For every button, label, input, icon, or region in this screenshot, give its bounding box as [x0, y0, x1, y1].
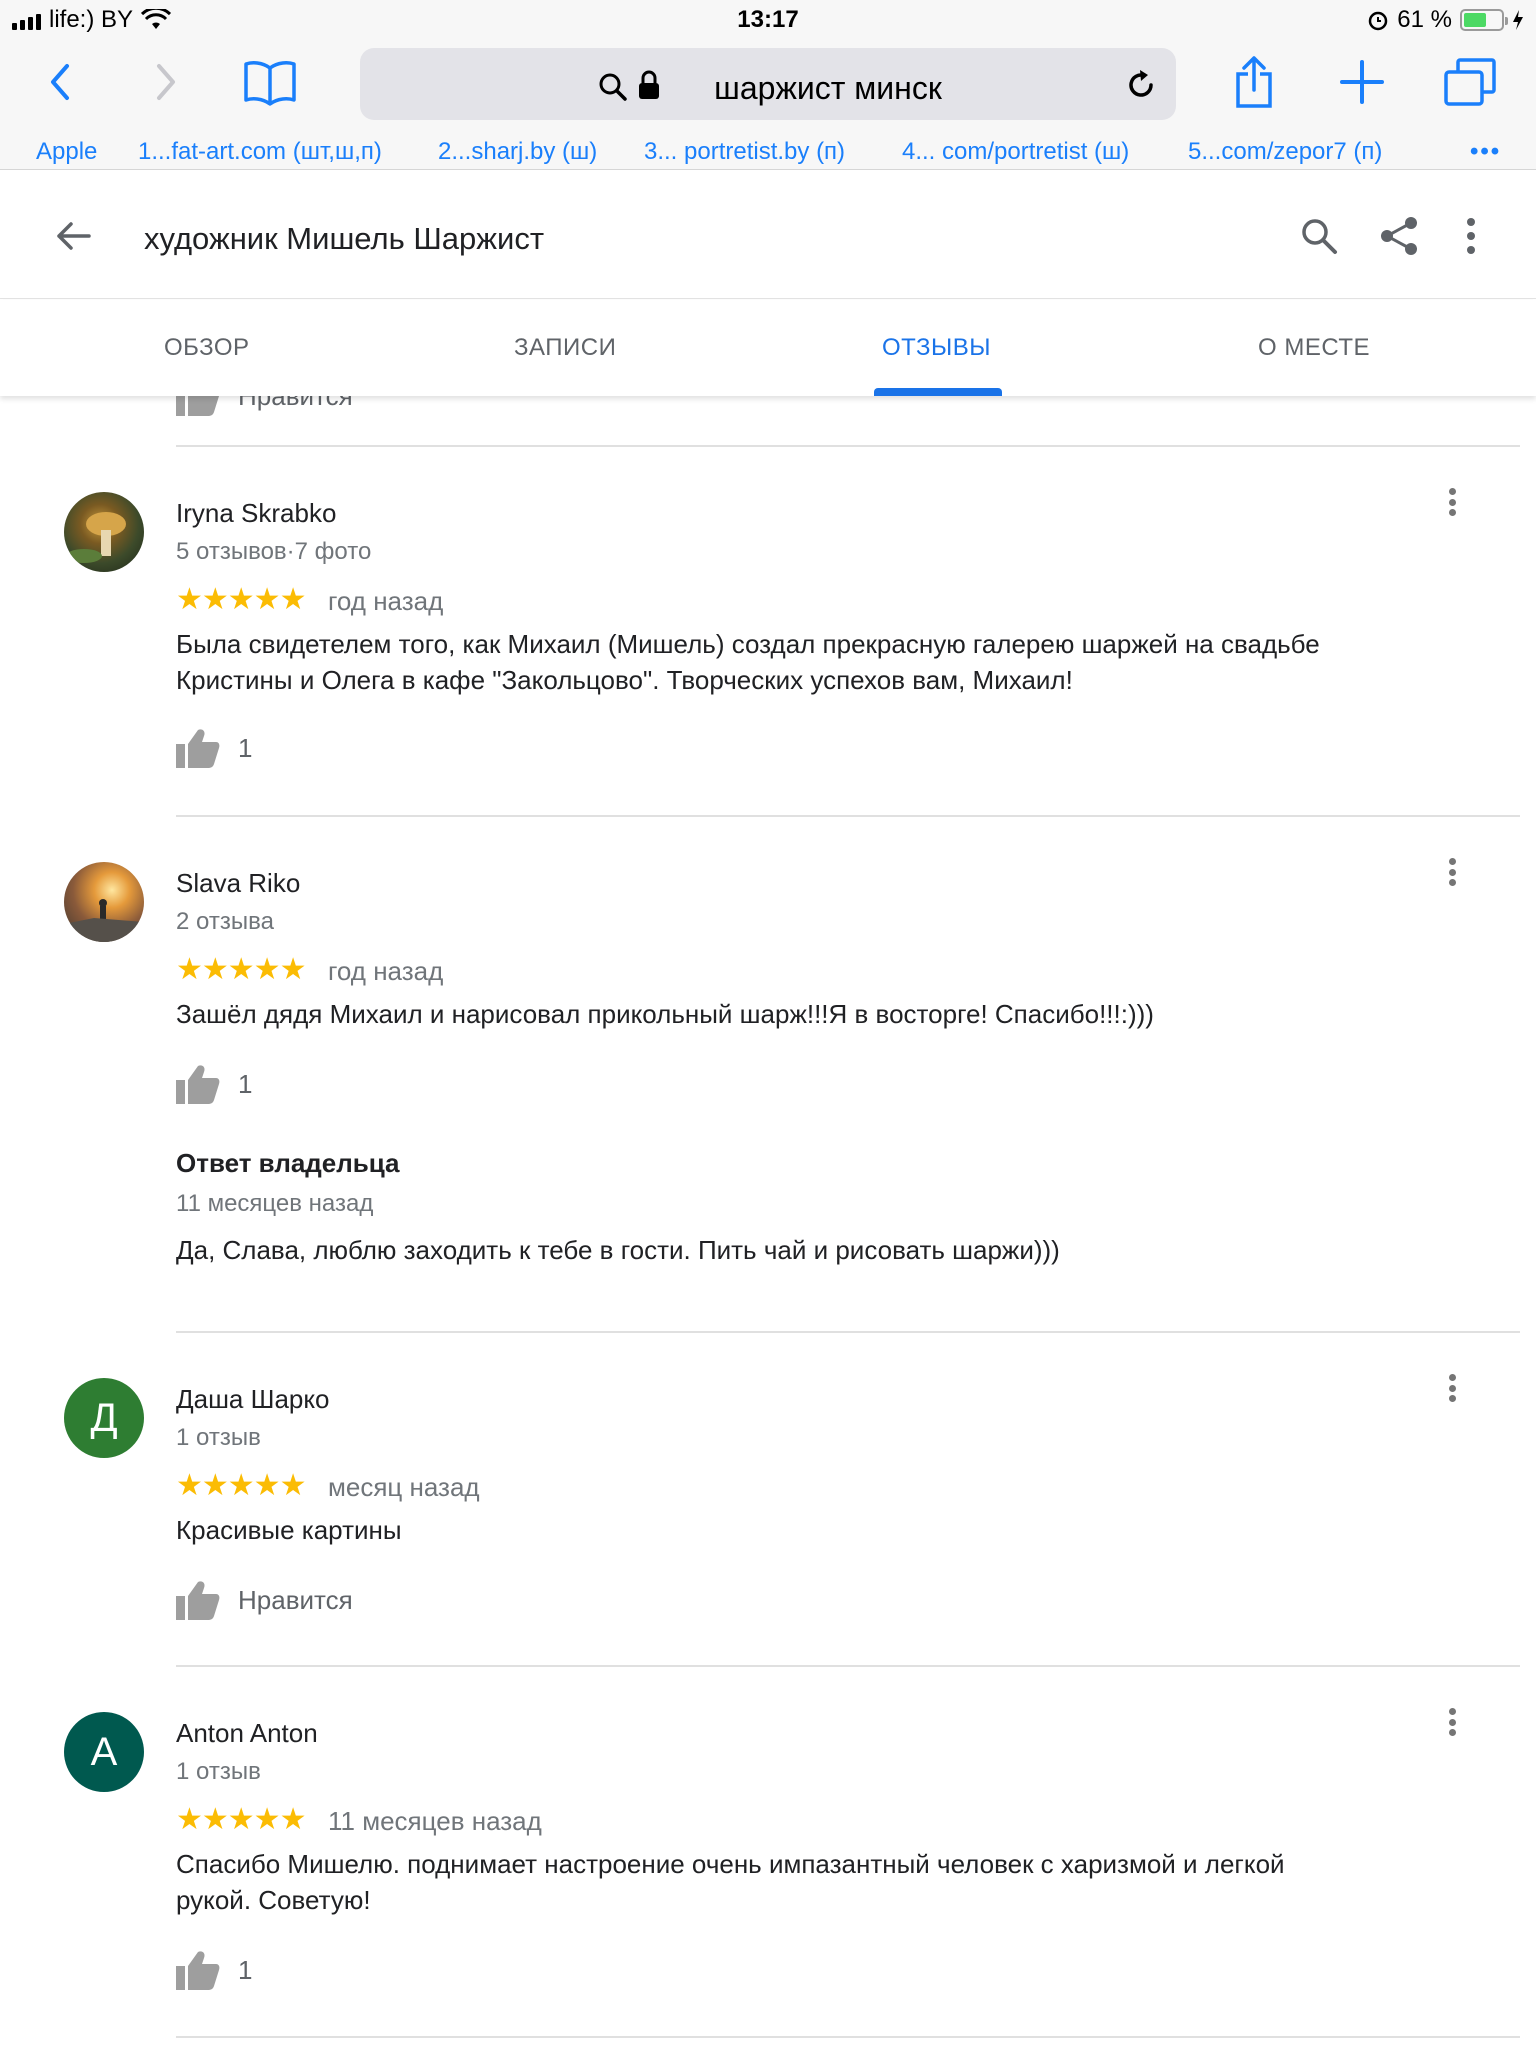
arrow-back-icon[interactable] [48, 211, 98, 261]
favorites-bar: Apple 1...fat-art.com (шт,ш,п) 2...sharj… [0, 138, 1536, 168]
thumb-up-icon [176, 1951, 220, 1990]
divider [176, 2036, 1520, 2038]
owner-reply-time: 11 месяцев назад [176, 1190, 374, 1217]
share-icon[interactable] [1224, 52, 1284, 112]
forward-chevron-icon[interactable] [136, 52, 196, 112]
review-time: 11 месяцев назад [328, 1806, 542, 1836]
star-rating: ★★★★★ [176, 953, 306, 986]
avatar-initial: A [90, 1729, 118, 1774]
star-rating: ★★★★★ [176, 1803, 306, 1836]
review-author-meta: 1 отзыв [176, 1424, 261, 1451]
avatar[interactable] [64, 862, 144, 942]
tab-about[interactable]: О МЕСТЕ [1258, 334, 1370, 362]
like-button[interactable]: 1 [176, 728, 252, 768]
like-button[interactable]: 1 [176, 1950, 252, 1990]
thumb-up-icon [176, 1581, 220, 1620]
avatar[interactable]: Д [64, 1378, 144, 1458]
like-count: 1 [238, 732, 253, 763]
more-vert-icon[interactable] [1440, 1702, 1464, 1742]
charging-icon [1513, 10, 1523, 30]
review-text: Спасибо Мишелю. поднимает настроение оче… [176, 1849, 1285, 1915]
thumb-up-icon [176, 1065, 220, 1104]
like-button[interactable]: Нравится [176, 396, 353, 416]
status-bar: life:) BY 13:17 61 % [0, 0, 1536, 40]
place-header: художник Мишель Шаржист [0, 171, 1536, 299]
favorite-item[interactable]: 5...com/zepor7 (п) [1188, 138, 1382, 166]
favorite-item[interactable]: 2...sharj.by (ш) [438, 138, 597, 166]
avatar-photo [64, 899, 144, 942]
tabs-icon[interactable] [1440, 52, 1500, 112]
review-text: Красивые картины [176, 1515, 402, 1545]
like-label: Нравится [238, 1584, 353, 1615]
reviews-list: Нравится Iryna Skrabko 5 отзывов·7 фото … [0, 396, 1536, 2048]
review-author-meta: 1 отзыв [176, 1758, 261, 1785]
tab-bar: ОБЗОР ЗАПИСИ ОТЗЫВЫ О МЕСТЕ [0, 300, 1536, 396]
review-time: месяц назад [328, 1472, 480, 1502]
battery-icon [1460, 9, 1508, 31]
review-author[interactable]: Iryna Skrabko [176, 498, 336, 529]
tab-active-indicator [874, 388, 1002, 396]
like-count: 1 [238, 1068, 253, 1099]
star-rating: ★★★★★ [176, 1469, 306, 1502]
review-time: год назад [328, 956, 444, 986]
thumb-up-icon [176, 729, 220, 768]
avatar[interactable]: A [64, 1712, 144, 1792]
like-button[interactable]: Нравится [176, 1580, 353, 1620]
favorite-item[interactable]: 1...fat-art.com (шт,ш,п) [138, 138, 382, 166]
star-rating: ★★★★★ [176, 583, 306, 616]
divider [176, 445, 1520, 447]
search-icon[interactable] [1294, 211, 1344, 261]
review-text: Была свидетелем того, как Михаил (Мишель… [176, 629, 1320, 695]
avatar[interactable] [64, 492, 144, 572]
review-author-meta: 2 отзыва [176, 908, 274, 935]
url-text: шаржист минск [714, 70, 942, 106]
like-button[interactable]: 1 [176, 1064, 252, 1104]
favorites-more-button[interactable]: ••• [1470, 138, 1501, 166]
favorite-item[interactable]: 3... portretist.by (п) [644, 138, 845, 166]
page-title: художник Мишель Шаржист [144, 221, 545, 256]
review-text: Зашёл дядя Михаил и нарисовал прикольный… [176, 999, 1154, 1029]
status-right: 61 % [1367, 6, 1524, 34]
tab-overview[interactable]: ОБЗОР [164, 334, 250, 362]
review-author[interactable]: Даша Шарко [176, 1384, 330, 1415]
reload-icon[interactable] [1124, 68, 1158, 102]
owner-reply-heading: Ответ владельца [176, 1148, 400, 1178]
divider [176, 1665, 1520, 1667]
new-tab-icon[interactable] [1332, 52, 1392, 112]
battery-percent: 61 % [1397, 6, 1452, 33]
like-count: 1 [238, 1954, 253, 1985]
favorite-item[interactable]: 4... com/portretist (ш) [902, 138, 1129, 166]
thumb-up-icon [176, 396, 219, 416]
review-author[interactable]: Anton Anton [176, 1718, 318, 1749]
review-author[interactable]: Slava Riko [176, 868, 300, 899]
share-nodes-icon[interactable] [1375, 211, 1425, 261]
browser-toolbar: шаржист минск Apple 1...fat-art.com (шт,… [0, 40, 1536, 170]
avatar-initial: Д [90, 1395, 118, 1440]
like-label: Нравится [238, 396, 353, 412]
more-vert-icon[interactable] [1440, 482, 1464, 522]
status-time: 13:17 [737, 6, 799, 33]
avatar-photo [66, 512, 126, 563]
more-vert-icon[interactable] [1440, 852, 1464, 892]
review-time: год назад [328, 586, 444, 616]
favorite-item[interactable]: Apple [36, 138, 97, 166]
back-chevron-icon[interactable] [30, 52, 90, 112]
more-vert-icon[interactable] [1440, 1368, 1464, 1408]
owner-reply-text: Да, Слава, люблю заходить к тебе в гости… [176, 1235, 1060, 1265]
review-author-meta: 5 отзывов·7 фото [176, 538, 372, 565]
more-vert-icon[interactable] [1446, 211, 1496, 261]
alarm-icon [1369, 11, 1388, 31]
divider [176, 1331, 1520, 1333]
divider [176, 815, 1520, 817]
address-bar[interactable]: шаржист минск [360, 48, 1176, 120]
bookmarks-icon[interactable] [240, 52, 300, 112]
tab-posts[interactable]: ЗАПИСИ [514, 334, 616, 362]
tab-reviews[interactable]: ОТЗЫВЫ [882, 334, 991, 362]
